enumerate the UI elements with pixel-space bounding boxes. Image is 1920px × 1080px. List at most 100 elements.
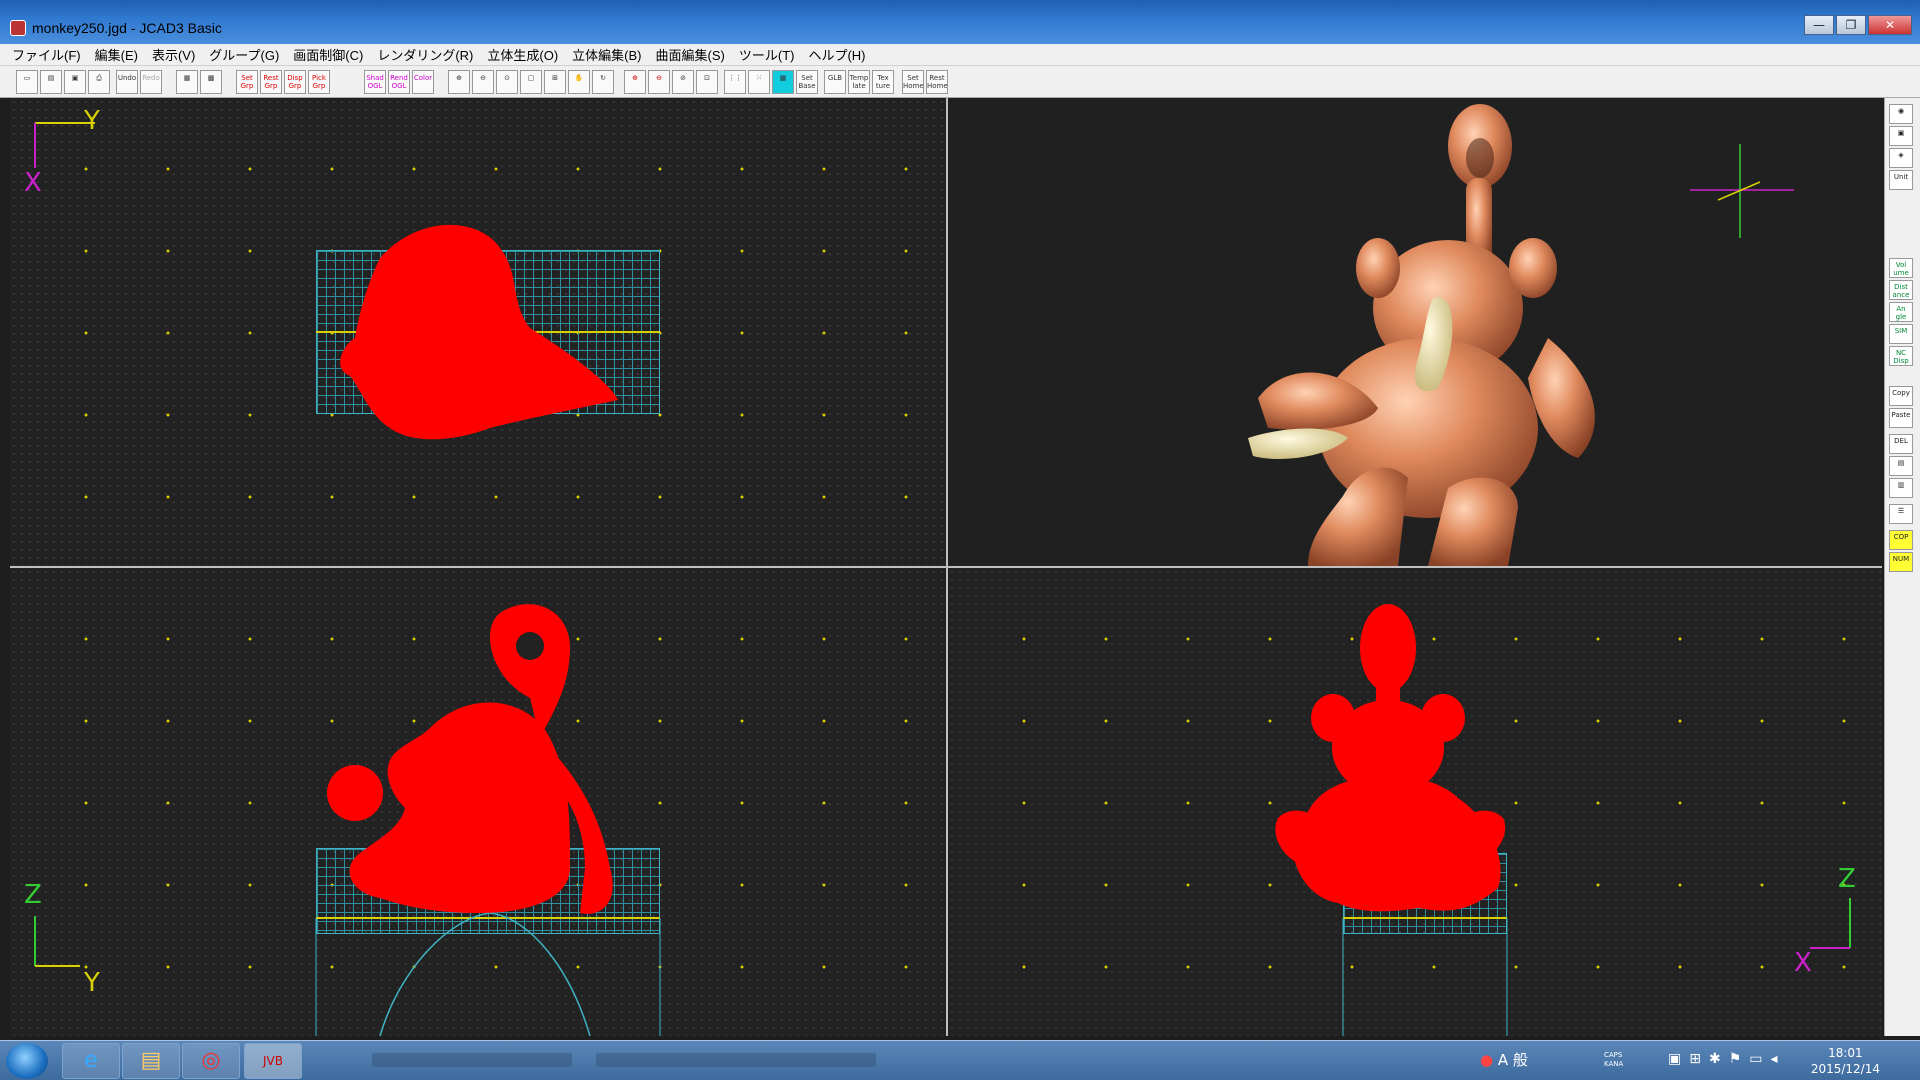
menu-view[interactable]: 表示(V) (152, 45, 195, 64)
volume-button[interactable]: Vol ume (1889, 258, 1913, 278)
active-grid-icon[interactable]: ▦ (772, 70, 794, 94)
pick-group-button[interactable]: Pick Grp (308, 70, 330, 94)
side-tool-palette: ◉ ▣ ◈ Unit Vol ume Dist ance An gle SIM … (1884, 98, 1920, 1036)
group-list-icon[interactable]: ▦ (176, 70, 198, 94)
zoom-prev-icon[interactable]: ⊘ (672, 70, 694, 94)
undo-button[interactable]: Undo (116, 70, 138, 94)
paste-button[interactable]: Paste (1889, 408, 1913, 428)
menu-tools[interactable]: ツール(T) (739, 45, 795, 64)
pan-hand-icon[interactable]: ✋ (568, 70, 590, 94)
zoom-in-icon[interactable]: ⊕ (448, 70, 470, 94)
zoom-out-icon[interactable]: ⊖ (472, 70, 494, 94)
viewport-divider-horizontal[interactable] (10, 566, 1882, 568)
workspace: Y X Z Y Z X (10, 98, 1882, 1036)
notification-icon[interactable]: ● (1480, 1051, 1493, 1069)
ime-mode[interactable]: A 般 (1498, 1051, 1528, 1069)
zoom-fit-icon[interactable]: ⊙ (496, 70, 518, 94)
system-tray-icons[interactable]: ▣⊞✱⚑▭◂ (1668, 1051, 1786, 1067)
copy-button[interactable]: Copy (1889, 386, 1913, 406)
rest-group-button[interactable]: Rest Grp (260, 70, 282, 94)
menu-edit[interactable]: 編集(E) (95, 45, 138, 64)
maximize-button[interactable]: ❐ (1836, 15, 1866, 35)
nc-disp-button[interactable]: NC Disp (1889, 346, 1913, 366)
angle-button[interactable]: An gle (1889, 302, 1913, 322)
app-icon[interactable] (10, 20, 26, 36)
set-home-button[interactable]: Set Home (902, 70, 924, 94)
open-folder-icon[interactable]: ▤ (40, 70, 62, 94)
cop-indicator[interactable]: COP (1889, 530, 1913, 550)
viewport-perspective[interactable] (948, 98, 1882, 566)
menu-help[interactable]: ヘルプ(H) (808, 45, 865, 64)
taskbar-preview-text (596, 1053, 876, 1067)
axis-z-label: Z (1838, 864, 1856, 894)
zoom-red-out-icon[interactable]: ⊖ (648, 70, 670, 94)
snap-grid-icon[interactable]: ⁙ (748, 70, 770, 94)
taskbar: e ▤ ◎ JVB ● A 般 CAPS KANA ▣⊞✱⚑▭◂ 18:01 2… (0, 1040, 1920, 1080)
clock[interactable]: 18:01 2015/12/14 (1811, 1045, 1880, 1077)
redraw-icon[interactable]: ↻ (592, 70, 614, 94)
light-icon[interactable]: ◈ (1889, 148, 1913, 168)
distance-button[interactable]: Dist ance (1889, 280, 1913, 300)
zoom-all-icon[interactable]: ⊡ (696, 70, 718, 94)
glb-button[interactable]: GLB (824, 70, 846, 94)
menu-solid-edit[interactable]: 立体編集(B) (572, 45, 641, 64)
color-button[interactable]: Color (412, 70, 434, 94)
start-button[interactable] (6, 1043, 48, 1079)
sim-button[interactable]: SIM (1889, 324, 1913, 344)
layout-icon[interactable]: ▩ (200, 70, 222, 94)
delete-button[interactable]: DEL (1889, 434, 1913, 454)
print-icon[interactable]: ⎙ (88, 70, 110, 94)
model-top-wireframe[interactable] (10, 98, 946, 566)
texture-button[interactable]: Tex ture (872, 70, 894, 94)
chrome-icon[interactable]: ◎ (182, 1043, 240, 1079)
jcad-app-button[interactable]: JVB (244, 1043, 302, 1079)
redo-button[interactable]: Redo (140, 70, 162, 94)
internet-explorer-icon[interactable]: e (62, 1043, 120, 1079)
eye-view-icon[interactable]: ◉ (1889, 104, 1913, 124)
zoom-red-in-icon[interactable]: ⊕ (624, 70, 646, 94)
axis-z-label: Z (24, 880, 42, 910)
rendered-monkey-model[interactable] (948, 98, 1882, 566)
menu-bar: ファイル(F) 編集(E) 表示(V) グループ(G) 画面制御(C) レンダリ… (0, 44, 1920, 66)
window-title: monkey250.jgd - JCAD3 Basic (32, 20, 222, 36)
clock-date: 2015/12/14 (1810, 1062, 1880, 1076)
unit-button[interactable]: Unit (1889, 170, 1913, 190)
properties-icon[interactable]: ▤ (1889, 456, 1913, 476)
set-base-button[interactable]: Set Base (796, 70, 818, 94)
axis-x-label: X (1794, 948, 1812, 978)
rest-home-button[interactable]: Rest Home (926, 70, 948, 94)
menu-file[interactable]: ファイル(F) (12, 45, 81, 64)
ime-indicator[interactable]: ● A 般 (1480, 1049, 1528, 1070)
shade-ogl-button[interactable]: Shad OGL (364, 70, 386, 94)
save-icon[interactable]: ▣ (64, 70, 86, 94)
close-button[interactable]: ✕ (1868, 15, 1912, 35)
menu-group[interactable]: グループ(G) (209, 45, 279, 64)
camera-icon[interactable]: ▣ (1889, 126, 1913, 146)
menu-rendering[interactable]: レンダリング(R) (377, 45, 473, 64)
menu-surface-edit[interactable]: 曲面編集(S) (656, 45, 725, 64)
grid-icon[interactable]: ⋮⋮ (724, 70, 746, 94)
template-button[interactable]: Temp late (848, 70, 870, 94)
num-indicator[interactable]: NUM (1889, 552, 1913, 572)
layers-icon[interactable]: ▥ (1889, 478, 1913, 498)
viewport-top[interactable]: Y X (10, 98, 946, 566)
new-file-icon[interactable]: ▭ (16, 70, 38, 94)
side-axis-gizmo (1810, 898, 1851, 949)
viewport-side[interactable]: Z X (948, 568, 1882, 1036)
clock-time: 18:01 (1828, 1046, 1863, 1060)
zoom-window-icon[interactable]: ▢ (520, 70, 542, 94)
window-controls: — ❐ ✕ (1804, 15, 1912, 35)
toolbar: ▭ ▤ ▣ ⎙ Undo Redo ▦ ▩ Set Grp Rest Grp D… (0, 66, 1920, 98)
tree-icon[interactable]: ☰ (1889, 504, 1913, 524)
menu-screen-control[interactable]: 画面制御(C) (293, 45, 363, 64)
set-group-button[interactable]: Set Grp (236, 70, 258, 94)
menu-solid-create[interactable]: 立体生成(O) (487, 45, 558, 64)
file-explorer-icon[interactable]: ▤ (122, 1043, 180, 1079)
render-ogl-button[interactable]: Rend OGL (388, 70, 410, 94)
title-bar: monkey250.jgd - JCAD3 Basic — ❐ ✕ (0, 0, 1920, 44)
zoom-region-icon[interactable]: ⊞ (544, 70, 566, 94)
disp-group-button[interactable]: Disp Grp (284, 70, 306, 94)
minimize-button[interactable]: — (1804, 15, 1834, 35)
viewport-front[interactable]: Z Y (10, 568, 946, 1036)
caps-kana-indicator: CAPS KANA (1604, 1051, 1624, 1068)
